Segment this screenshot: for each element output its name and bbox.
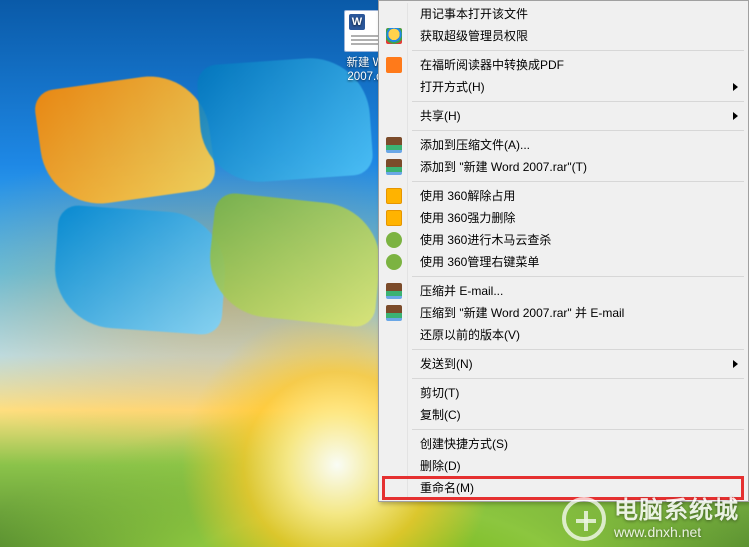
menu-separator <box>412 276 744 277</box>
menu-item-360-ctxmenu[interactable]: 使用 360管理右键菜单 <box>382 251 746 273</box>
menu-item-delete[interactable]: 删除(D) <box>382 455 746 477</box>
menu-item-label: 创建快捷方式(S) <box>420 437 508 451</box>
menu-item-label: 重命名(M) <box>420 481 474 495</box>
menu-item-copy[interactable]: 复制(C) <box>382 404 746 426</box>
menu-separator <box>412 378 744 379</box>
menu-item-label: 打开方式(H) <box>420 80 485 94</box>
menu-separator <box>412 429 744 430</box>
context-menu: 用记事本打开该文件获取超级管理员权限在福昕阅读器中转换成PDF 打开方式(H) 共享… <box>378 0 749 502</box>
chevron-right-icon <box>733 360 738 368</box>
menu-item-label: 发送到(N) <box>420 357 473 371</box>
menu-separator <box>412 50 744 51</box>
menu-item-label: 还原以前的版本(V) <box>420 328 520 342</box>
menu-item-label: 添加到压缩文件(A)... <box>420 138 530 152</box>
menu-item-label: 共享(H) <box>420 109 461 123</box>
menu-item-add-rar[interactable]: 添加到 "新建 Word 2007.rar"(T) <box>382 156 746 178</box>
menu-item-360-unlock[interactable]: 使用 360解除占用 <box>382 185 746 207</box>
menu-item-label: 压缩并 E-mail... <box>420 284 503 298</box>
menu-item-zip-rar-email[interactable]: 压缩到 "新建 Word 2007.rar" 并 E-mail <box>382 302 746 324</box>
wallpaper-leaf <box>32 69 217 211</box>
menu-separator <box>412 181 744 182</box>
360y2-icon <box>386 210 402 226</box>
360g2-icon <box>386 254 402 270</box>
menu-item-prev-versions[interactable]: 还原以前的版本(V) <box>382 324 746 346</box>
menu-item-360-trojan[interactable]: 使用 360进行木马云查杀 <box>382 229 746 251</box>
chevron-right-icon <box>733 112 738 120</box>
menu-item-label: 压缩到 "新建 Word 2007.rar" 并 E-mail <box>420 306 624 320</box>
360y1-icon <box>386 188 402 204</box>
watermark: 电脑系统城 www.dnxh.net <box>562 497 739 541</box>
menu-separator <box>412 130 744 131</box>
menu-item-send-to[interactable]: 发送到(N) <box>382 353 746 375</box>
rar-icon <box>386 137 402 153</box>
watermark-logo-icon <box>562 497 606 541</box>
menu-item-open-with[interactable]: 打开方式(H) <box>382 76 746 98</box>
menu-item-label: 用记事本打开该文件 <box>420 7 528 21</box>
chevron-right-icon <box>733 83 738 91</box>
foxit-icon <box>386 57 402 73</box>
shield-icon <box>386 28 402 44</box>
menu-item-label: 删除(D) <box>420 459 461 473</box>
menu-item-create-shortcut[interactable]: 创建快捷方式(S) <box>382 433 746 455</box>
desktop: 新建 W 2007.d 用记事本打开该文件获取超级管理员权限在福昕阅读器中转换成… <box>0 0 749 547</box>
wallpaper-leaf <box>51 204 229 336</box>
menu-item-360-force-del[interactable]: 使用 360强力删除 <box>382 207 746 229</box>
wallpaper-leaf <box>204 191 386 328</box>
360g1-icon <box>386 232 402 248</box>
menu-item-label: 使用 360解除占用 <box>420 189 515 203</box>
watermark-url: www.dnxh.net <box>614 525 701 540</box>
menu-separator <box>412 349 744 350</box>
menu-item-label: 添加到 "新建 Word 2007.rar"(T) <box>420 160 587 174</box>
menu-item-admin-perm[interactable]: 获取超级管理员权限 <box>382 25 746 47</box>
menu-item-label: 获取超级管理员权限 <box>420 29 528 43</box>
menu-item-label: 使用 360进行木马云查杀 <box>420 233 551 247</box>
menu-separator <box>412 101 744 102</box>
watermark-title: 电脑系统城 <box>614 498 739 524</box>
menu-item-foxit-pdf[interactable]: 在福昕阅读器中转换成PDF <box>382 54 746 76</box>
rar-icon <box>386 283 402 299</box>
rar-icon <box>386 159 402 175</box>
menu-item-notepad-open[interactable]: 用记事本打开该文件 <box>382 3 746 25</box>
menu-item-label: 使用 360强力删除 <box>420 211 515 225</box>
menu-item-label: 在福昕阅读器中转换成PDF <box>420 58 564 72</box>
menu-item-zip-email[interactable]: 压缩并 E-mail... <box>382 280 746 302</box>
menu-item-label: 剪切(T) <box>420 386 459 400</box>
rar-icon <box>386 305 402 321</box>
menu-item-rename[interactable]: 重命名(M) <box>382 477 746 499</box>
menu-item-cut[interactable]: 剪切(T) <box>382 382 746 404</box>
menu-item-add-archive[interactable]: 添加到压缩文件(A)... <box>382 134 746 156</box>
menu-item-label: 复制(C) <box>420 408 461 422</box>
menu-item-label: 使用 360管理右键菜单 <box>420 255 539 269</box>
menu-item-share[interactable]: 共享(H) <box>382 105 746 127</box>
